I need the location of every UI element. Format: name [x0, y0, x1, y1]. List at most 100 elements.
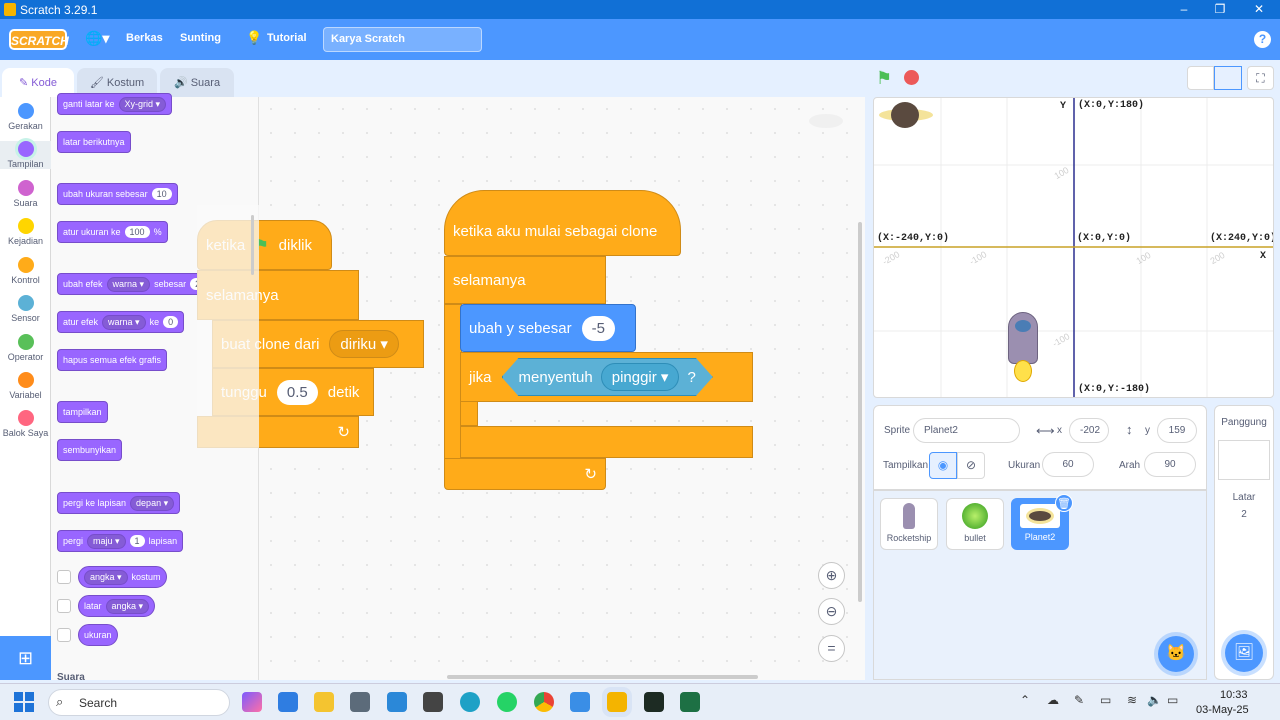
normal-stage-icon[interactable] [1214, 66, 1242, 90]
add-backdrop-icon[interactable]: 🖼 [1225, 634, 1263, 672]
sprite-name-input[interactable]: Planet2 [913, 418, 1020, 443]
costume-checkbox[interactable] [57, 570, 71, 584]
block-go-to-layer[interactable]: pergi ke lapisan depan ▾ [57, 492, 181, 514]
block-hide[interactable]: sembunyikan [57, 439, 123, 461]
scratch-taskbar-icon[interactable] [607, 692, 627, 712]
effect-dropdown[interactable]: warna ▾ [106, 276, 151, 292]
touching-condition[interactable]: menyentuh pinggir ▾? [501, 358, 713, 396]
y-input[interactable]: 159 [1157, 418, 1197, 443]
category-variables[interactable]: Variabel [0, 372, 51, 400]
green-flag-icon[interactable]: ⚑ [876, 68, 892, 89]
hide-eye-icon[interactable]: ⊘ [957, 452, 985, 479]
zoom-out-icon[interactable]: ⊖ [818, 598, 845, 625]
help-icon[interactable]: ? [1254, 31, 1271, 48]
reporter-size[interactable]: ukuran [78, 624, 118, 646]
block-set-effect[interactable]: atur efek warna ▾ ke 0 [57, 311, 185, 333]
size-input[interactable]: 60 [1042, 452, 1094, 477]
backdrop-dropdown[interactable]: angka ▾ [105, 598, 150, 614]
clock-date[interactable]: 03-May-25 [1196, 704, 1249, 716]
camera-icon[interactable] [350, 692, 370, 712]
direction-dropdown[interactable]: maju ▾ [87, 533, 126, 549]
copilot-icon[interactable] [242, 692, 262, 712]
x-input[interactable]: -202 [1069, 418, 1109, 443]
block-clear-effects[interactable]: hapus semua efek grafis [57, 349, 168, 371]
change-y-input[interactable]: -5 [581, 315, 615, 341]
edge-icon[interactable] [460, 692, 480, 712]
effect-dropdown[interactable]: warna ▾ [102, 314, 146, 330]
battery-icon[interactable]: ▭ [1167, 693, 1178, 707]
photos-icon[interactable] [387, 692, 407, 712]
when-i-start-as-clone-hat[interactable]: ketika aku mulai sebagai clone [444, 190, 681, 256]
language-globe-icon[interactable]: 🌐▾ [85, 30, 109, 47]
category-motion[interactable]: Gerakan [0, 103, 51, 131]
chevron-up-icon[interactable]: ⌃ [1020, 693, 1030, 707]
forever-block[interactable]: selamanya [444, 256, 606, 304]
value-input[interactable]: 0 [163, 316, 179, 328]
touching-dropdown[interactable]: pinggir ▾ [600, 363, 680, 391]
layer-dropdown[interactable]: depan ▾ [130, 495, 175, 511]
fullscreen-icon[interactable]: ⛶ [1247, 66, 1274, 90]
sprite-tile-rocketship[interactable]: Rocketship [880, 498, 938, 550]
change-y-block[interactable]: ubah y sebesar -5 [460, 304, 636, 352]
block-change-effect[interactable]: ubah efekwarna ▾sebesar25 [57, 273, 217, 295]
clock-time[interactable]: 10:33 [1220, 689, 1248, 701]
chrome-icon[interactable] [534, 692, 554, 712]
zoom-reset-icon[interactable]: = [818, 635, 845, 662]
block-switch-backdrop[interactable]: ganti latar ke Xy-grid ▾ [57, 93, 173, 115]
block-next-backdrop[interactable]: latar berikutnya [57, 131, 131, 153]
block-set-size[interactable]: atur ukuran ke 100% [57, 221, 168, 243]
stage[interactable]: (X:0,Y:180) (X:-240,Y:0) (X:0,Y:0) (X:24… [873, 97, 1274, 398]
show-eye-icon[interactable]: ◉ [929, 452, 957, 479]
excel-icon[interactable] [680, 692, 700, 712]
file-explorer-icon[interactable] [314, 692, 334, 712]
category-my-blocks[interactable]: Balok Saya [0, 410, 51, 438]
zoom-in-icon[interactable]: ⊕ [818, 562, 845, 589]
category-sound[interactable]: Suara [0, 180, 51, 208]
add-sprite-icon[interactable]: 🐱 [1158, 636, 1194, 672]
maximize-button[interactable]: ❐ [1201, 0, 1239, 19]
value-input[interactable]: 100 [124, 226, 150, 238]
taskbar-search-input[interactable]: Search [48, 689, 230, 716]
windows-start-icon[interactable] [14, 692, 34, 712]
clone-target-dropdown[interactable]: diriku ▾ [329, 330, 399, 358]
device-icon[interactable]: ▭ [1100, 693, 1111, 707]
reporter-backdrop[interactable]: latar angka ▾ [78, 595, 156, 617]
category-operators[interactable]: Operator [0, 334, 51, 362]
small-stage-icon[interactable] [1187, 66, 1214, 90]
add-extension-icon[interactable]: ⊞ [0, 636, 51, 680]
volume-icon[interactable]: 🔈 [1147, 693, 1162, 707]
sprite-tile-bullet[interactable]: bullet [946, 498, 1004, 550]
scratch-logo[interactable]: SCRATCH [9, 29, 69, 50]
backdrop-checkbox[interactable] [57, 599, 71, 613]
edit-menu[interactable]: Sunting [180, 32, 221, 44]
whatsapp-icon[interactable] [497, 692, 517, 712]
calendar-icon[interactable] [278, 692, 298, 712]
wifi-icon[interactable]: ≋ [1127, 693, 1137, 707]
block-change-size[interactable]: ubah ukuran sebesar 10 [57, 183, 178, 205]
block-go-layers[interactable]: pergi maju ▾ 1 lapisan [57, 530, 184, 552]
category-events[interactable]: Kejadian [0, 218, 51, 246]
direction-input[interactable]: 90 [1144, 452, 1196, 477]
cloud-icon[interactable]: ☁ [1047, 693, 1059, 707]
file-menu[interactable]: Berkas [126, 32, 163, 44]
reporter-costume[interactable]: angka ▾ kostum [78, 566, 167, 588]
value-input[interactable]: 10 [151, 188, 172, 200]
notepad-icon[interactable] [570, 692, 590, 712]
category-sensing[interactable]: Sensor [0, 295, 51, 323]
pen-icon[interactable]: ✎ [1074, 693, 1084, 707]
category-looks[interactable]: Tampilan [0, 141, 51, 169]
workspace-v-scrollbar[interactable] [858, 222, 862, 602]
category-control[interactable]: Kontrol [0, 257, 51, 285]
costume-dropdown[interactable]: angka ▾ [84, 569, 128, 585]
close-button[interactable]: ✕ [1240, 0, 1278, 19]
wait-input[interactable]: 0.5 [276, 379, 318, 405]
minimize-button[interactable]: – [1165, 0, 1203, 19]
terminal-icon[interactable] [644, 692, 664, 712]
if-block[interactable]: jika menyentuh pinggir ▾? [460, 352, 753, 402]
delete-sprite-icon[interactable]: 🗑 [1055, 494, 1073, 512]
value-input[interactable]: 1 [129, 535, 145, 547]
stop-icon[interactable] [904, 70, 919, 85]
workspace-h-scrollbar[interactable] [447, 675, 758, 679]
project-title-input[interactable]: Karya Scratch [323, 27, 482, 52]
backdrop-dropdown[interactable]: Xy-grid ▾ [118, 96, 167, 112]
